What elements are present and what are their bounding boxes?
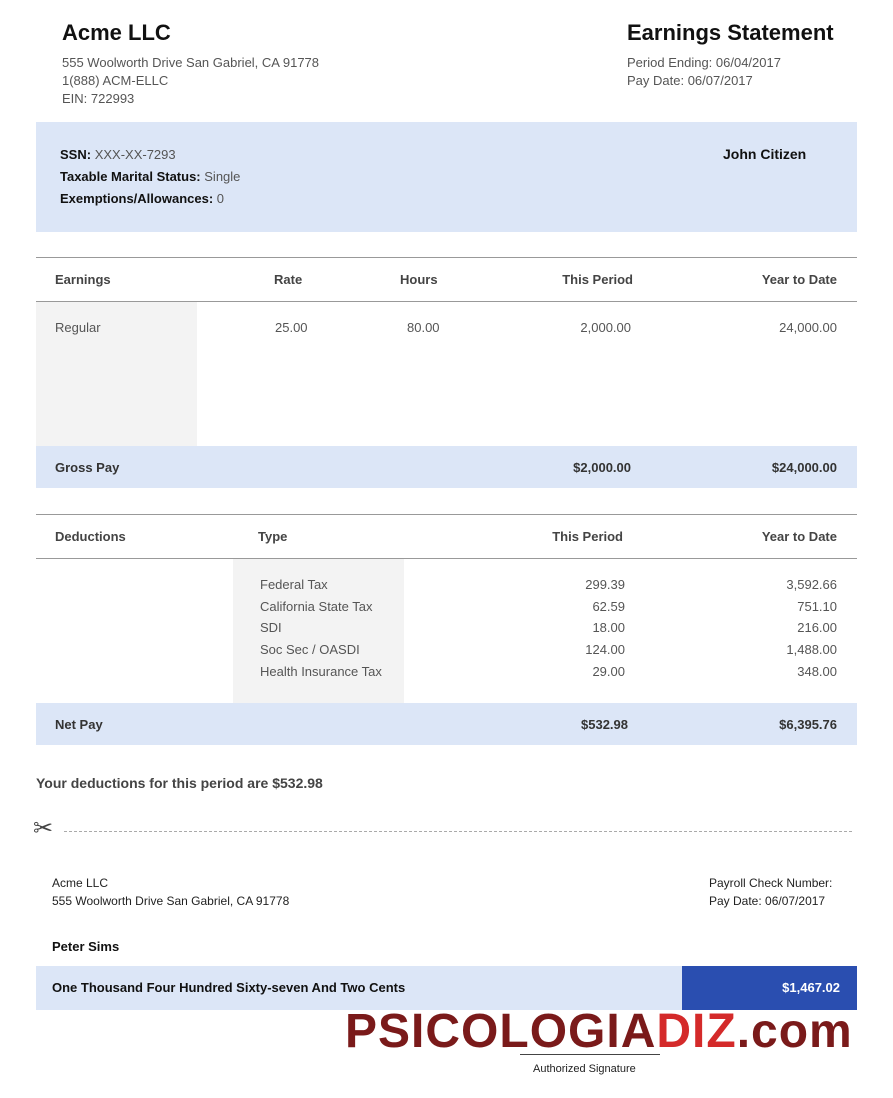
deduction-ytd: 751.10 bbox=[797, 599, 837, 614]
signature-label: Authorized Signature bbox=[533, 1063, 636, 1075]
earnings-header-rate: Rate bbox=[274, 272, 303, 287]
deduction-ytd: 3,592.66 bbox=[786, 577, 837, 592]
ssn-value: XXX-XX-7293 bbox=[94, 147, 176, 162]
earnings-row-rate: 25.00 bbox=[275, 320, 308, 335]
watermark-logo: PSICOLOGIADIZ.com bbox=[345, 1008, 853, 1056]
deduction-this-period: 18.00 bbox=[592, 620, 625, 635]
exemptions-line: Exemptions/Allowances: 0 bbox=[60, 191, 224, 206]
marital-status-value: Single bbox=[204, 169, 241, 184]
net-pay-this-period: $532.98 bbox=[581, 717, 628, 732]
deduction-type: California State Tax bbox=[260, 599, 373, 614]
signature-line bbox=[520, 1054, 660, 1055]
earnings-row-ytd: 24,000.00 bbox=[779, 320, 837, 335]
deductions-summary: Your deductions for this period are $532… bbox=[36, 775, 323, 791]
deduction-ytd: 348.00 bbox=[797, 664, 837, 679]
deduction-this-period: 29.00 bbox=[592, 664, 625, 679]
ssn-label: SSN: bbox=[60, 147, 92, 162]
company-phone: 1(888) ACM-ELLC bbox=[62, 73, 169, 88]
deductions-header-deductions: Deductions bbox=[55, 529, 126, 544]
deductions-header-type: Type bbox=[258, 529, 288, 544]
deductions-header-ytd: Year to Date bbox=[761, 529, 837, 544]
employee-name: John Citizen bbox=[723, 146, 807, 162]
earnings-header-hours: Hours bbox=[400, 272, 438, 287]
deduction-ytd: 216.00 bbox=[797, 620, 837, 635]
earnings-row-name: Regular bbox=[55, 320, 101, 335]
earnings-row-this-period: 2,000.00 bbox=[580, 320, 631, 335]
cut-line bbox=[64, 831, 852, 832]
company-name: Acme LLC bbox=[62, 20, 171, 45]
pay-date: Pay Date: 06/07/2017 bbox=[627, 73, 753, 88]
ssn-line: SSN: XXX-XX-7293 bbox=[60, 147, 176, 162]
statement-title: Earnings Statement bbox=[627, 20, 834, 45]
deduction-this-period: 62.59 bbox=[592, 599, 625, 614]
company-address: 555 Woolworth Drive San Gabriel, CA 9177… bbox=[62, 55, 320, 70]
earnings-header-earnings: Earnings bbox=[55, 272, 111, 287]
gross-pay-this-period: $2,000.00 bbox=[573, 460, 631, 475]
deductions-header-rule bbox=[36, 558, 857, 559]
earnings-header-this-period: This Period bbox=[562, 272, 633, 287]
deduction-type: Health Insurance Tax bbox=[260, 664, 382, 679]
deduction-type: Soc Sec / OASDI bbox=[260, 642, 360, 657]
scissors-icon: ✂ bbox=[33, 815, 54, 842]
net-pay-label: Net Pay bbox=[55, 717, 103, 732]
check-number-label: Payroll Check Number: bbox=[709, 876, 833, 890]
deduction-this-period: 299.39 bbox=[585, 577, 625, 592]
period-ending: Period Ending: 06/04/2017 bbox=[627, 55, 781, 70]
gross-pay-label: Gross Pay bbox=[55, 460, 120, 475]
marital-status-label: Taxable Marital Status: bbox=[60, 169, 201, 184]
deduction-type: SDI bbox=[260, 620, 282, 635]
company-ein: EIN: 722993 bbox=[62, 91, 135, 106]
gross-pay-ytd: $24,000.00 bbox=[771, 460, 837, 475]
net-pay-ytd: $6,395.76 bbox=[779, 717, 837, 732]
deduction-ytd: 1,488.00 bbox=[786, 642, 837, 657]
deduction-this-period: 124.00 bbox=[585, 642, 625, 657]
earnings-row-hours: 80.00 bbox=[407, 320, 440, 335]
check-company-name: Acme LLC bbox=[52, 876, 109, 890]
watermark-part: PSICOLOGIA bbox=[345, 1005, 657, 1058]
deductions-header-this-period: This Period bbox=[552, 529, 623, 544]
amount-in-words: One Thousand Four Hundred Sixty-seven An… bbox=[52, 980, 406, 995]
payee-name: Peter Sims bbox=[52, 939, 120, 954]
deduction-type: Federal Tax bbox=[260, 577, 328, 592]
earnings-top-rule bbox=[36, 257, 857, 258]
exemptions-label: Exemptions/Allowances: bbox=[60, 191, 214, 206]
deductions-top-rule bbox=[36, 514, 857, 515]
check-pay-date: Pay Date: 06/07/2017 bbox=[709, 894, 826, 908]
check-amount: $1,467.02 bbox=[782, 980, 840, 995]
exemptions-value: 0 bbox=[216, 191, 225, 206]
check-company-address: 555 Woolworth Drive San Gabriel, CA 9177… bbox=[52, 894, 290, 908]
watermark-part: .com bbox=[736, 1005, 853, 1058]
marital-status-line: Taxable Marital Status: Single bbox=[60, 169, 240, 184]
earnings-header-ytd: Year to Date bbox=[761, 272, 837, 287]
watermark-part-highlight: DIZ bbox=[656, 1005, 737, 1058]
